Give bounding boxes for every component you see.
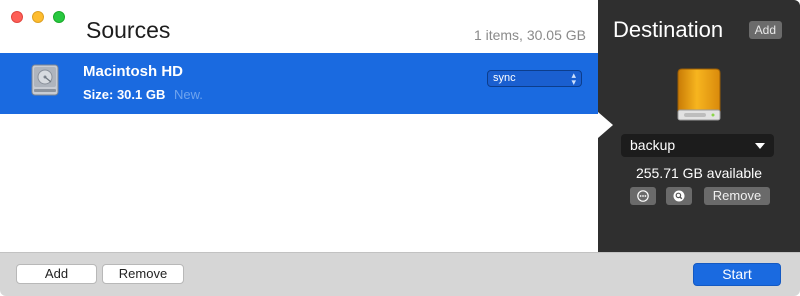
- source-status-tag: New.: [174, 87, 203, 102]
- zoom-window-button[interactable]: [53, 11, 65, 23]
- close-window-button[interactable]: [11, 11, 23, 23]
- destination-pane: Destination Add backup 255.71 GB availab…: [598, 0, 800, 252]
- bottom-toolbar: Add Remove Start: [0, 252, 800, 296]
- destination-volume-select[interactable]: backup: [621, 134, 774, 157]
- remove-source-button[interactable]: Remove: [102, 264, 184, 284]
- add-source-button[interactable]: Add: [16, 264, 97, 284]
- minimize-window-button[interactable]: [32, 11, 44, 23]
- reveal-in-finder-button[interactable]: [666, 187, 692, 205]
- caret-down-icon: [755, 143, 765, 149]
- external-drive-icon: [677, 68, 721, 121]
- more-options-button[interactable]: [630, 187, 656, 205]
- source-name: Macintosh HD: [83, 63, 184, 80]
- source-mode-select[interactable]: sync ▴ ▾: [487, 70, 582, 87]
- destination-volume-value: backup: [630, 137, 676, 153]
- updown-chevron-icon: ▴ ▾: [571, 70, 576, 87]
- destination-title: Destination: [613, 17, 724, 42]
- source-mode-value: sync: [493, 72, 516, 84]
- magnifier-icon: [673, 190, 685, 202]
- sources-title: Sources: [86, 17, 171, 43]
- destination-available-space: 255.71 GB available: [635, 165, 763, 181]
- app-window: Sources 1 items, 30.05 GB Macintosh HD S…: [0, 0, 800, 296]
- internal-drive-icon: [31, 64, 59, 96]
- ellipsis-circle-icon: [637, 190, 649, 202]
- pane-pointer: [598, 112, 613, 138]
- source-size: Size: 30.1 GB: [83, 87, 166, 102]
- destination-add-button[interactable]: Add: [748, 21, 782, 39]
- window-controls: [11, 11, 65, 23]
- source-row-selected[interactable]: Macintosh HD Size: 30.1 GB New. sync ▴ ▾: [0, 53, 598, 114]
- sources-pane: Sources 1 items, 30.05 GB Macintosh HD S…: [0, 0, 598, 252]
- start-button[interactable]: Start: [693, 263, 781, 286]
- destination-remove-button[interactable]: Remove: [704, 187, 770, 205]
- sources-summary: 1 items, 30.05 GB: [473, 27, 586, 43]
